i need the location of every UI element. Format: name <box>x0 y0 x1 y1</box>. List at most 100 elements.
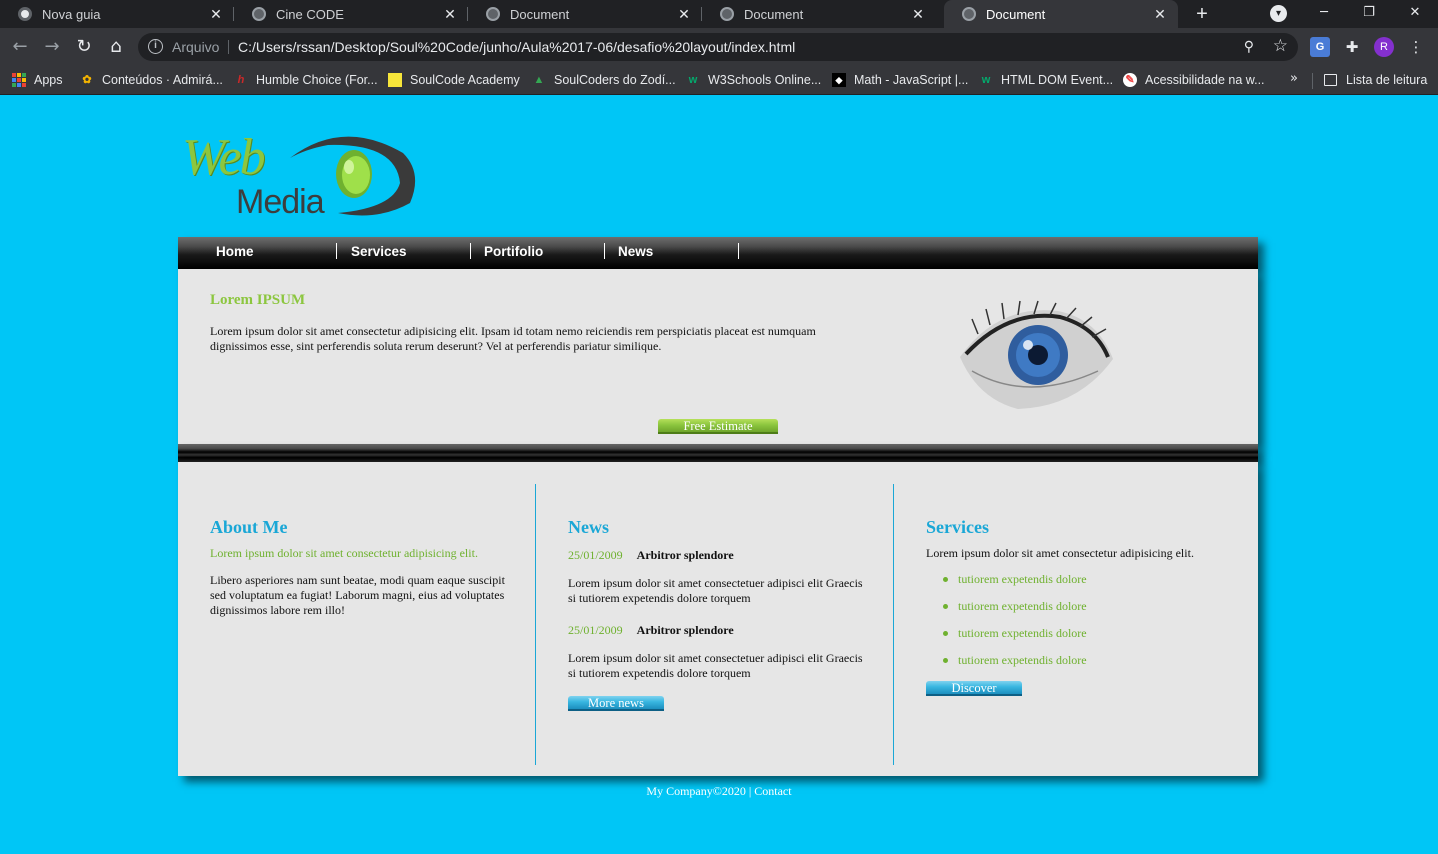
url-text[interactable]: C:/Users/rssan/Desktop/Soul%20Code/junho… <box>238 39 795 55</box>
content-columns: About Me Lorem ipsum dolor sit amet cons… <box>178 462 1258 776</box>
list-item[interactable]: tutiorem expetendis dolore <box>958 620 1087 647</box>
section-divider <box>178 444 1258 462</box>
nav-home[interactable]: Home <box>216 237 254 265</box>
flower-icon: ✿ <box>82 74 92 86</box>
column-divider <box>893 484 894 765</box>
hero-text: Lorem ipsum dolor sit amet consectetur a… <box>210 324 816 353</box>
address-bar[interactable]: i Arquivo C:/Users/rssan/Desktop/Soul%20… <box>138 33 1298 61</box>
bookmark-label: SoulCoders do Zodí... <box>554 73 676 87</box>
footer-company: My Company©2020 <box>646 784 746 798</box>
list-item[interactable]: tutiorem expetendis dolore <box>958 566 1087 593</box>
translate-extension-icon[interactable]: G <box>1310 37 1330 57</box>
bookmark-label: Acessibilidade na w... <box>1145 73 1265 87</box>
extensions-puzzle-icon[interactable]: ✚ <box>1342 37 1362 57</box>
bookmark-apps[interactable]: Apps <box>12 66 63 94</box>
reading-list-icon <box>1324 74 1337 86</box>
main-nav: Home Services Portifolio News <box>178 237 1258 269</box>
zoom-icon[interactable]: ⚲ <box>1244 38 1254 55</box>
tab-title: Document <box>510 6 570 22</box>
w3schools-icon: w <box>981 74 991 86</box>
news-date: 25/01/2009 <box>568 623 623 637</box>
list-item[interactable]: tutiorem expetendis dolore <box>958 593 1087 620</box>
services-list: tutiorem expetendis dolore tutiorem expe… <box>958 566 1087 674</box>
footer: My Company©2020 | Contact <box>0 784 1438 799</box>
reading-list-label: Lista de leitura <box>1346 73 1428 87</box>
apps-grid-icon <box>12 73 26 87</box>
close-icon[interactable]: ✕ <box>442 6 458 23</box>
reading-list-button[interactable]: Lista de leitura <box>1324 66 1427 94</box>
bookmarks-bar: Apps ✿ Conteúdos · Admirá... h Humble Ch… <box>0 66 1438 95</box>
tab-document-2[interactable]: Document ✕ <box>702 0 936 28</box>
bookmark-soulcode[interactable]: SoulCode Academy <box>388 66 520 94</box>
free-estimate-button[interactable]: Free Estimate <box>658 419 778 434</box>
nav-news[interactable]: News <box>618 237 653 265</box>
bookmark-star-icon[interactable]: ☆ <box>1273 36 1288 56</box>
bookmark-soulcoders[interactable]: ▲ SoulCoders do Zodí... <box>532 66 676 94</box>
footer-contact-link[interactable]: Contact <box>754 784 791 798</box>
bookmark-html-dom-event[interactable]: w HTML DOM Event... <box>979 66 1113 94</box>
bookmark-label: Apps <box>34 73 63 87</box>
news-item: 25/01/2009 Arbitror splendore <box>568 621 868 639</box>
bookmark-humble[interactable]: h Humble Choice (For... <box>234 66 378 94</box>
scheme-label: Arquivo <box>172 39 220 55</box>
logo-word-web: Web <box>182 129 266 186</box>
footer-separator: | <box>745 784 755 798</box>
humble-icon: h <box>237 74 245 86</box>
avatar[interactable]: R <box>1374 37 1394 57</box>
services-intro: Lorem ipsum dolor sit amet consectetur a… <box>926 546 1194 560</box>
restore-icon[interactable]: ❐ <box>1357 2 1381 24</box>
site-logo[interactable]: Web Media <box>178 113 418 236</box>
tab-document-active[interactable]: Document ✕ <box>944 0 1178 28</box>
reload-icon[interactable]: ↻ <box>72 35 96 59</box>
bookmark-conteudos[interactable]: ✿ Conteúdos · Admirá... <box>80 66 223 94</box>
more-news-button[interactable]: More news <box>568 696 664 711</box>
minimize-icon[interactable]: ─ <box>1312 2 1336 24</box>
tab-title: Document <box>744 6 804 22</box>
tab-title: Nova guia <box>42 6 101 22</box>
bookmark-math-javascript[interactable]: ◆ Math - JavaScript |... <box>832 66 968 94</box>
forward-icon[interactable]: → <box>40 35 64 59</box>
news-title: News <box>568 517 609 537</box>
news-headline[interactable]: Arbitror splendore <box>637 623 734 637</box>
globe-icon <box>252 7 266 21</box>
menu-kebab-icon[interactable]: ⋮ <box>1406 37 1426 57</box>
about-text: Libero asperiores nam sunt beatae, modi … <box>210 573 505 617</box>
bookmark-label: HTML DOM Event... <box>1001 73 1114 87</box>
list-item[interactable]: tutiorem expetendis dolore <box>958 647 1087 674</box>
nav-services[interactable]: Services <box>351 237 407 265</box>
bookmark-w3schools[interactable]: w W3Schools Online... <box>686 66 822 94</box>
close-icon[interactable]: ✕ <box>1152 6 1168 23</box>
tab-search-icon[interactable]: ▾ <box>1270 5 1287 22</box>
column-divider <box>535 484 536 765</box>
bookmark-acessibilidade[interactable]: ✎ Acessibilidade na w... <box>1123 66 1265 94</box>
close-icon[interactable]: ✕ <box>676 6 692 23</box>
drive-icon: ▲ <box>533 74 545 86</box>
discover-button[interactable]: Discover <box>926 681 1022 696</box>
new-tab-button[interactable]: + <box>1190 2 1214 26</box>
chrome-icon <box>18 7 32 21</box>
tab-nova-guia[interactable]: Nova guia ✕ <box>0 0 234 28</box>
tab-title: Cine CODE <box>276 6 344 22</box>
tab-document-1[interactable]: Document ✕ <box>468 0 702 28</box>
globe-icon <box>486 7 500 21</box>
more-bookmarks-icon[interactable]: » <box>1290 71 1298 86</box>
eye-image <box>960 300 1113 409</box>
news-headline[interactable]: Arbitror splendore <box>637 548 734 562</box>
nav-portifolio[interactable]: Portifolio <box>484 237 543 265</box>
bookmark-label: SoulCode Academy <box>410 73 520 87</box>
services-title: Services <box>926 517 989 537</box>
news-text: Lorem ipsum dolor sit amet consectetuer … <box>568 576 863 605</box>
close-icon[interactable]: ✕ <box>208 6 224 23</box>
bookmark-label: W3Schools Online... <box>708 73 822 87</box>
back-icon[interactable]: ← <box>8 35 32 59</box>
news-date: 25/01/2009 <box>568 548 623 562</box>
logo-word-media: Media <box>236 183 325 221</box>
hero-section: Lorem IPSUM Lorem ipsum dolor sit amet c… <box>178 269 1258 444</box>
accessibility-icon: ✎ <box>1123 73 1137 87</box>
news-text: Lorem ipsum dolor sit amet consectetuer … <box>568 651 863 680</box>
info-icon[interactable]: i <box>148 39 163 54</box>
home-icon[interactable]: ⌂ <box>104 35 128 59</box>
close-icon[interactable]: ✕ <box>910 6 926 23</box>
tab-cine-code[interactable]: Cine CODE ✕ <box>234 0 468 28</box>
close-window-icon[interactable]: ✕ <box>1403 2 1427 24</box>
